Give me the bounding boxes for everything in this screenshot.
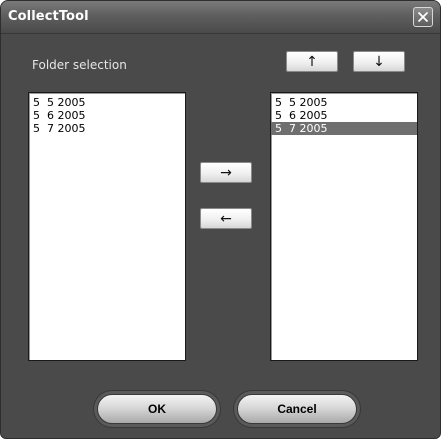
arrow-up-icon: ↑ bbox=[306, 53, 318, 70]
window-title: CollectTool bbox=[8, 9, 89, 24]
folder-selection-label: Folder selection bbox=[32, 58, 127, 72]
close-icon bbox=[417, 11, 429, 23]
arrow-left-icon: ← bbox=[220, 210, 232, 227]
selected-folders-list[interactable]: 5 5 2005 5 6 2005 5 7 2005 bbox=[270, 92, 418, 361]
arrow-down-icon: ↓ bbox=[373, 53, 385, 70]
available-folders-list[interactable]: 5 5 2005 5 6 2005 5 7 2005 bbox=[28, 92, 186, 361]
list-item[interactable]: 5 7 2005 bbox=[29, 122, 185, 135]
list-item[interactable]: 5 6 2005 bbox=[29, 109, 185, 122]
arrow-right-icon: → bbox=[220, 164, 232, 181]
remove-folder-button[interactable]: ← bbox=[200, 208, 252, 229]
list-item[interactable]: 5 5 2005 bbox=[29, 96, 185, 109]
close-button[interactable] bbox=[413, 7, 433, 27]
collecttool-dialog: CollectTool Folder selection ↑ ↓ 5 5 200… bbox=[0, 0, 441, 439]
move-up-button[interactable]: ↑ bbox=[286, 51, 338, 72]
list-item-selected[interactable]: 5 7 2005 bbox=[271, 122, 417, 135]
cancel-button[interactable]: Cancel bbox=[237, 394, 357, 424]
title-bar[interactable]: CollectTool bbox=[1, 1, 440, 34]
add-folder-button[interactable]: → bbox=[200, 162, 252, 183]
list-item[interactable]: 5 6 2005 bbox=[271, 109, 417, 122]
ok-button[interactable]: OK bbox=[97, 394, 217, 424]
list-item[interactable]: 5 5 2005 bbox=[271, 96, 417, 109]
move-down-button[interactable]: ↓ bbox=[353, 51, 405, 72]
